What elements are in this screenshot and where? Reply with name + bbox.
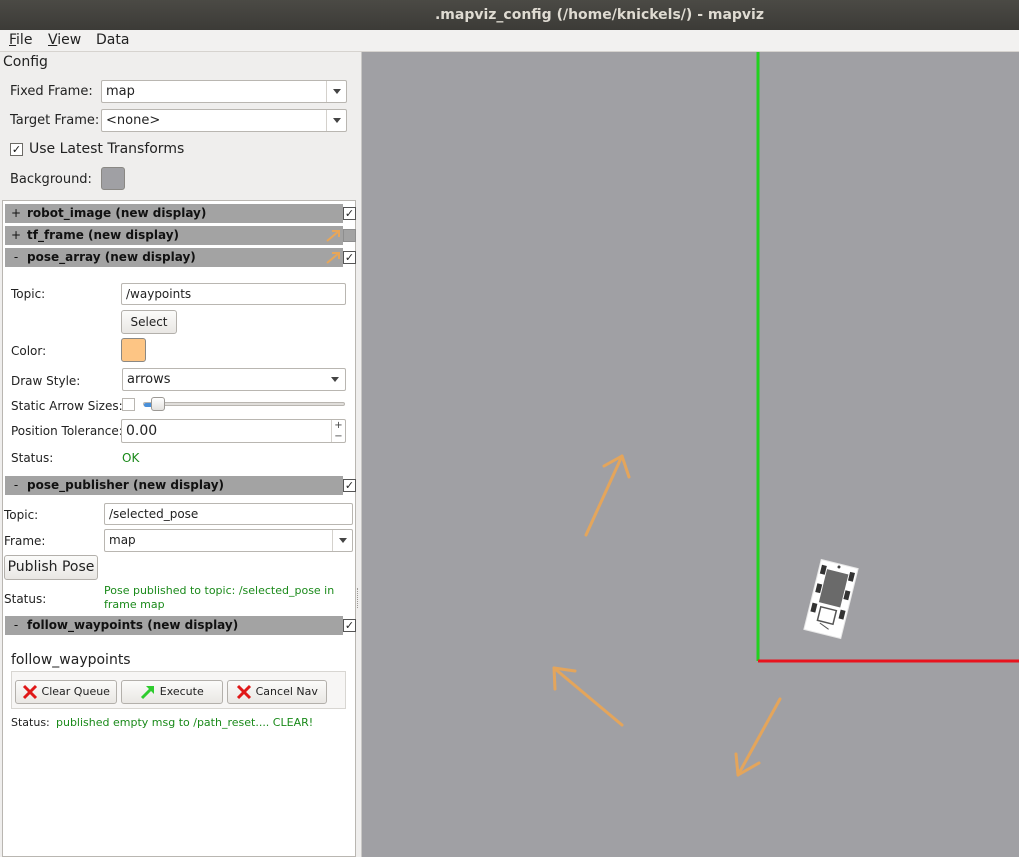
menu-view[interactable]: View [48,32,81,48]
spin-buttons[interactable]: + − [331,420,345,442]
collapse-icon[interactable]: - [11,476,21,495]
display-header-pose-publisher[interactable]: - pose_publisher (new display) [5,476,343,495]
display-name: robot_image (new display) [27,206,207,220]
collapse-icon[interactable]: - [11,616,21,635]
pose-publisher-status-label: Status: [4,592,47,606]
green-arrow-icon [141,686,155,700]
cancel-nav-button[interactable]: Cancel Nav [227,680,327,704]
display-name: tf_frame (new display) [27,228,180,242]
waypoint-arrow [734,697,782,777]
menu-bar: File View Data [0,30,1019,52]
display-name: pose_array (new display) [27,250,196,264]
display-header-follow-waypoints[interactable]: - follow_waypoints (new display) [5,616,343,635]
pose-publisher-visible-checkbox[interactable]: ✓ [343,479,356,492]
collapse-icon[interactable]: - [11,248,21,267]
fixed-frame-label: Fixed Frame: [10,84,93,99]
waypoint-arrow [552,666,624,727]
chevron-down-icon[interactable] [325,369,345,390]
use-latest-transforms-checkbox[interactable]: ✓ [10,143,23,156]
red-x-icon [237,684,252,700]
pose-publisher-topic-input[interactable]: /selected_pose [104,503,353,525]
publish-pose-button[interactable]: Publish Pose [4,555,98,580]
target-frame-value: <none> [106,113,161,128]
pose-publisher-topic-label: Topic: [4,508,39,522]
spin-down-icon[interactable]: − [332,431,345,442]
draw-style-label: Draw Style: [11,374,81,388]
follow-waypoints-status-value: published empty msg to /path_reset.... C… [56,716,314,729]
position-tolerance-value: 0.00 [126,423,158,439]
expand-icon[interactable]: + [11,226,21,245]
display-name: pose_publisher (new display) [27,478,224,492]
map-canvas[interactable] [361,52,1019,857]
pose-array-visible-checkbox[interactable]: ✓ [343,251,356,264]
follow-waypoints-title: follow_waypoints [11,652,131,668]
clear-queue-button[interactable]: Clear Queue [15,680,117,704]
pose-array-status-value: OK [122,451,140,465]
waypoint-arrow [584,454,631,537]
robot-image-visible-checkbox[interactable]: ✓ [343,207,356,220]
pose-publisher-frame-label: Frame: [4,534,46,548]
chevron-down-icon[interactable] [326,81,346,102]
display-header-pose-array[interactable]: - pose_array (new display) [5,248,343,267]
arrow-icon [326,252,340,264]
spin-up-icon[interactable]: + [332,420,345,431]
pose-publisher-status-line2: frame map [104,598,165,611]
execute-button[interactable]: Execute [121,680,223,704]
select-topic-button[interactable]: Select [121,310,177,334]
map-drawing [552,52,1019,777]
execute-label: Execute [159,685,204,698]
position-tolerance-spinbox[interactable]: 0.00 + − [121,419,346,443]
position-tolerance-label: Position Tolerance: [11,424,123,438]
background-label: Background: [10,172,92,187]
window-title: .mapviz_config (/home/knickels/) - mapvi… [0,0,1019,30]
arrow-icon [326,230,340,242]
follow-waypoints-status-label: Status: [11,716,50,729]
pose-publisher-status-line1: Pose published to topic: /selected_pose … [104,584,335,597]
red-x-icon [22,684,38,700]
static-arrow-sizes-label: Static Arrow Sizes: [11,399,123,413]
menu-data[interactable]: Data [96,32,129,48]
display-name: follow_waypoints (new display) [27,618,239,632]
pose-array-topic-input[interactable]: /waypoints [121,283,346,305]
draw-style-combo[interactable]: arrows [122,368,346,391]
robot-image [803,558,859,640]
arrow-size-slider-handle[interactable] [151,397,165,411]
arrow-size-slider-track[interactable] [143,402,345,406]
chevron-down-icon[interactable] [332,530,352,551]
background-color-button[interactable] [101,167,125,190]
pose-array-topic-label: Topic: [11,287,46,301]
panel-splitter[interactable] [357,588,359,608]
follow-waypoints-visible-checkbox[interactable]: ✓ [343,619,356,632]
clear-queue-label: Clear Queue [41,685,110,698]
target-frame-label: Target Frame: [10,113,100,128]
display-header-robot-image[interactable]: + robot_image (new display) [5,204,343,223]
display-list: + robot_image (new display) ✓ + tf_frame… [2,200,356,857]
pose-array-status-label: Status: [11,451,54,465]
pose-publisher-frame-value: map [109,533,136,547]
menu-file[interactable]: File [9,32,32,48]
draw-style-value: arrows [127,372,171,387]
fixed-frame-combo[interactable]: map [101,80,347,103]
pose-publisher-frame-combo[interactable]: map [104,529,353,552]
use-latest-transforms-label: Use Latest Transforms [29,141,185,157]
expand-icon[interactable]: + [11,204,21,223]
static-arrow-sizes-checkbox[interactable] [122,398,135,411]
pose-array-color-button[interactable] [121,338,146,362]
cancel-nav-label: Cancel Nav [255,685,318,698]
display-header-tf-frame[interactable]: + tf_frame (new display) [5,226,343,245]
target-frame-combo[interactable]: <none> [101,109,347,132]
tf-frame-visible-checkbox[interactable] [343,229,356,242]
fixed-frame-value: map [106,84,135,99]
chevron-down-icon[interactable] [326,110,346,131]
config-heading: Config [3,54,48,70]
pose-array-color-label: Color: [11,344,47,358]
